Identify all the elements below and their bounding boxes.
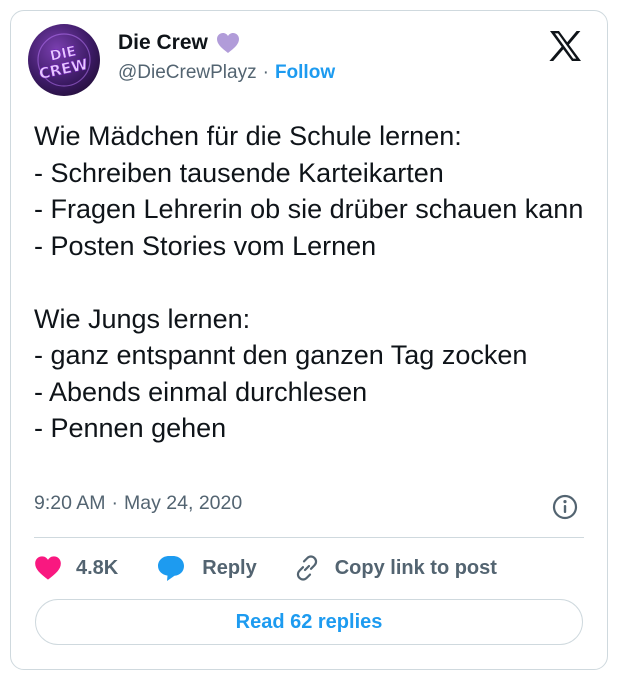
tweet-text: Wie Mädchen für die Schule lernen: - Sch… [34,121,584,443]
reply-button[interactable]: Reply [156,554,257,582]
tweet-time: 9:20 AM [34,492,106,514]
avatar[interactable]: DIE CREW [28,24,100,96]
handle-row: @DieCrewPlayz · Follow [118,62,335,84]
like-button[interactable]: 4.8K [34,555,118,581]
copy-link-button[interactable]: Copy link to post [293,554,497,582]
avatar-logo: DIE CREW [37,33,91,87]
name-row: Die Crew [118,30,335,56]
copy-link-label: Copy link to post [334,556,497,579]
like-count: 4.8K [76,556,119,579]
handle-separator: · [262,62,269,83]
tweet-timestamp[interactable]: 9:20 AM · May 24, 2020 [34,492,242,515]
follow-button[interactable]: Follow [275,62,335,84]
heart-icon [35,556,61,580]
author-block: Die Crew @DieCrewPlayz · Follow [118,30,335,84]
author-handle[interactable]: @DieCrewPlayz [118,62,257,84]
x-logo-icon[interactable] [548,30,582,62]
tweet-date: May 24, 2020 [124,492,243,514]
purple-heart-icon [216,33,239,53]
divider [34,537,584,538]
speech-bubble-icon [158,556,185,581]
read-replies-button[interactable]: Read 62 replies [35,599,583,645]
action-bar: 4.8K Reply Copy link to post [34,552,497,584]
info-icon[interactable] [552,494,578,520]
reply-label: Reply [202,556,257,579]
timestamp-separator: · [111,492,119,514]
link-icon [296,555,317,581]
author-name[interactable]: Die Crew [118,31,208,55]
